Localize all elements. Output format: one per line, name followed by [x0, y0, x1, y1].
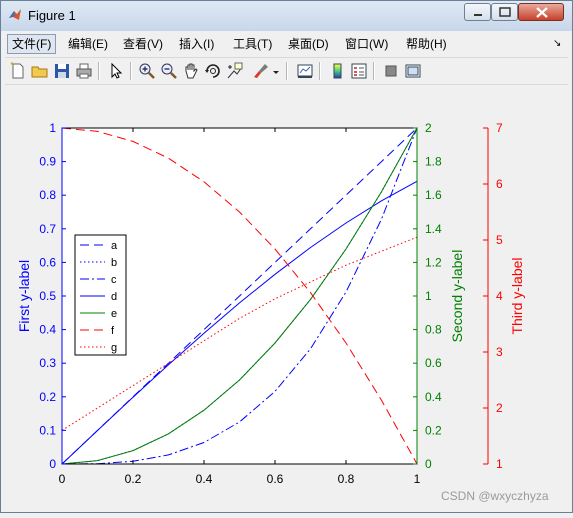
- menu-file[interactable]: 文件(F): [7, 34, 57, 54]
- y-tick-label: 1.8: [425, 155, 442, 169]
- third-y-label: Third y-label: [509, 257, 525, 334]
- menu-window[interactable]: 窗口(W): [341, 35, 392, 53]
- y-tick-label: 5: [496, 233, 503, 247]
- legend-label-e: e: [111, 308, 117, 320]
- pan-icon[interactable]: [181, 61, 201, 81]
- close-icon: [536, 7, 548, 18]
- menu-overflow-icon[interactable]: ↘: [549, 35, 565, 53]
- minimize-button[interactable]: [464, 3, 491, 21]
- toolbar-separator: [319, 62, 321, 80]
- y-tick-label: 0.1: [39, 423, 56, 437]
- window-title: Figure 1: [28, 8, 76, 23]
- y-tick-label: 6: [496, 177, 503, 191]
- brush-icon[interactable]: [251, 61, 271, 81]
- legend-label-g: g: [111, 342, 117, 354]
- legend-label-d: d: [111, 291, 117, 303]
- x-tick-label: 0.8: [338, 472, 355, 486]
- link-plot-icon[interactable]: [295, 61, 315, 81]
- figure-canvas: 0 0.2 0.4 0.6 0.8 1 0 0.1 0.2 0.3 0.4 0.5 0.6 0.7 0.8…: [1, 85, 572, 513]
- legend-label-b: b: [111, 257, 117, 269]
- y-tick-label: 0: [425, 457, 432, 471]
- zoom-out-icon[interactable]: [159, 61, 179, 81]
- y-tick-label: 0.2: [425, 423, 442, 437]
- second-y-axis: 0 0.2 0.4 0.6 0.8 1 1.2 1.4 1.6 1.8 2: [413, 121, 442, 471]
- legend-box: [74, 234, 127, 356]
- save-figure-icon[interactable]: [52, 61, 72, 81]
- y-tick-label: 1.2: [425, 255, 442, 269]
- second-y-label: Second y-label: [449, 250, 465, 343]
- open-file-icon[interactable]: [30, 61, 50, 81]
- y-tick-label: 7: [496, 121, 503, 135]
- edit-plot-icon[interactable]: [106, 61, 126, 81]
- legend-label-c: c: [111, 274, 117, 286]
- close-button[interactable]: [518, 3, 564, 21]
- y-tick-label: 1: [496, 457, 503, 471]
- maximize-icon: [499, 7, 511, 17]
- minimize-icon: [474, 14, 482, 16]
- insert-legend-icon[interactable]: [349, 61, 369, 81]
- y-tick-label: 0.7: [39, 222, 56, 236]
- insert-colorbar-icon[interactable]: [327, 61, 347, 81]
- menu-view[interactable]: 查看(V): [119, 35, 167, 53]
- menu-edit[interactable]: 编辑(E): [64, 35, 112, 53]
- y-tick-label: 0.2: [39, 390, 56, 404]
- y-tick-label: 0.6: [39, 255, 56, 269]
- y-tick-label: 1: [425, 289, 432, 303]
- x-tick-label: 0: [59, 472, 66, 486]
- menu-insert[interactable]: 插入(I): [175, 35, 218, 53]
- hide-plot-tools-icon[interactable]: [381, 61, 401, 81]
- y-tick-label: 1: [49, 121, 56, 135]
- toolbar-separator: [286, 62, 288, 80]
- watermark: CSDN @wxyczhyza: [441, 489, 549, 503]
- third-y-axis: 1 2 3 4 5 6 7: [483, 121, 503, 471]
- menu-bar: 文件(F) 编辑(E) 查看(V) 插入(I) 工具(T) 桌面(D) 窗口(W…: [5, 33, 568, 55]
- y-tick-label: 0.3: [39, 356, 56, 370]
- print-figure-icon[interactable]: [74, 61, 94, 81]
- rotate-3d-icon[interactable]: [203, 61, 223, 81]
- y-tick-label: 0.6: [425, 356, 442, 370]
- figure-window: Figure 1 文件(F) 编辑(E) 查看(V) 插入(I) 工具(T) 桌…: [0, 0, 573, 513]
- y-tick-label: 4: [496, 289, 503, 303]
- y-tick-label: 0.8: [39, 188, 56, 202]
- y-tick-label: 3: [496, 345, 503, 359]
- first-y-axis: 0 0.1 0.2 0.3 0.4 0.5 0.6 0.7 0.8 0.9 1: [39, 121, 66, 471]
- y-tick-label: 0.5: [39, 289, 56, 303]
- y-tick-label: 0.4: [39, 323, 56, 337]
- first-y-label: First y-label: [16, 260, 32, 332]
- x-tick-label: 0.6: [267, 472, 284, 486]
- toolbar-separator: [373, 62, 375, 80]
- x-tick-label: 0.2: [125, 472, 142, 486]
- data-cursor-icon[interactable]: [225, 61, 245, 81]
- x-tick-label: 0.4: [196, 472, 213, 486]
- menu-desktop[interactable]: 桌面(D): [284, 35, 333, 53]
- y-tick-label: 2: [496, 401, 503, 415]
- maximize-button[interactable]: [491, 3, 518, 21]
- brush-dropdown-icon[interactable]: [271, 61, 281, 81]
- menu-tools[interactable]: 工具(T): [229, 35, 276, 53]
- y-tick-label: 0.9: [39, 155, 56, 169]
- toolbar-separator: [130, 62, 132, 80]
- y-tick-label: 0: [49, 457, 56, 471]
- figure-toolbar: [5, 57, 568, 85]
- y-tick-label: 1.4: [425, 222, 442, 236]
- zoom-in-icon[interactable]: [137, 61, 157, 81]
- chart-svg[interactable]: 0 0.2 0.4 0.6 0.8 1 0 0.1 0.2 0.3 0.4 0.5 0.6 0.7 0.8…: [1, 85, 572, 513]
- legend[interactable]: abcdefg: [74, 234, 127, 356]
- show-plot-tools-icon[interactable]: [403, 61, 423, 81]
- x-tick-label: 1: [414, 472, 421, 486]
- menu-help[interactable]: 帮助(H): [402, 35, 451, 53]
- y-tick-label: 1.6: [425, 188, 442, 202]
- y-tick-label: 2: [425, 121, 432, 135]
- matlab-logo-icon: [9, 9, 21, 20]
- y-tick-label: 0.8: [425, 323, 442, 337]
- title-bar[interactable]: Figure 1: [1, 1, 572, 31]
- legend-label-a: a: [111, 240, 118, 252]
- new-figure-icon[interactable]: [8, 61, 28, 81]
- toolbar-separator: [98, 62, 100, 80]
- y-tick-label: 0.4: [425, 390, 442, 404]
